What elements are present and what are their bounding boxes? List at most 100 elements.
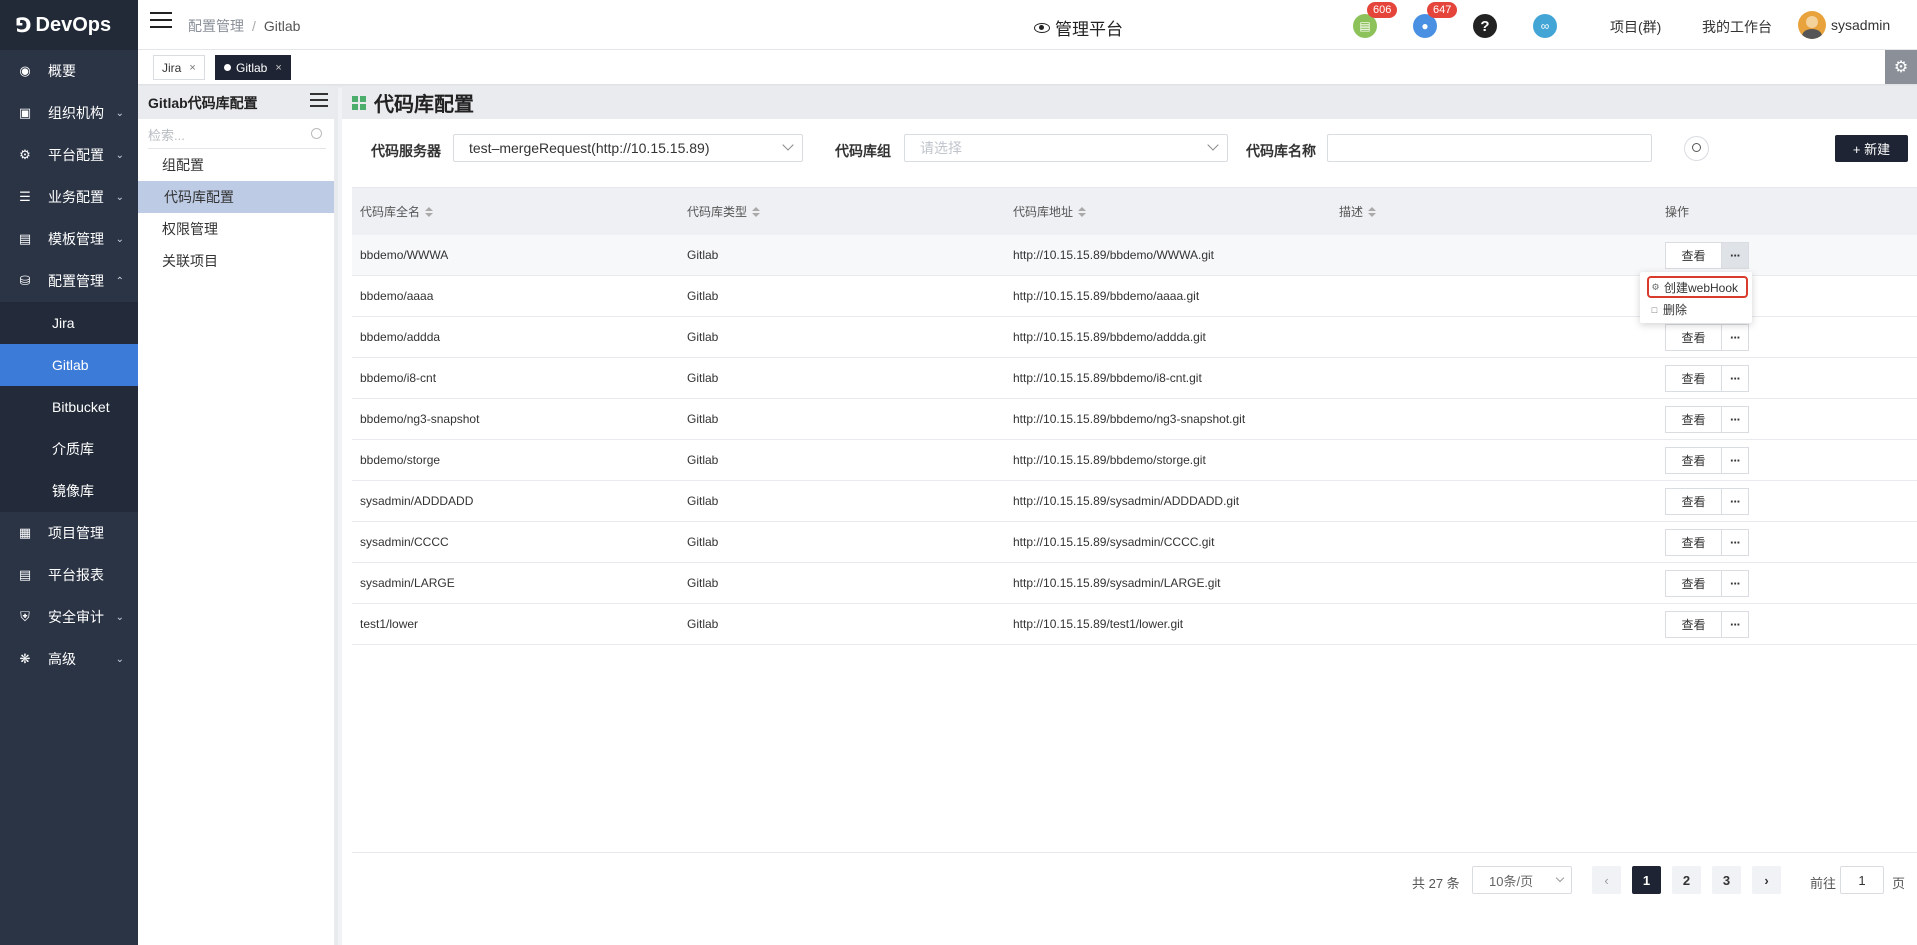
nav-sub-gitlab[interactable]: Gitlab xyxy=(0,344,138,386)
webhook-icon: ⚙ xyxy=(1651,281,1660,292)
group-select[interactable]: 请选择 xyxy=(904,134,1228,162)
nav-item-business-config[interactable]: ☰ 业务配置 ⌄ xyxy=(0,176,138,218)
nav-item-platform-config[interactable]: ⚙ 平台配置 ⌄ xyxy=(0,134,138,176)
more-actions-button[interactable]: ··· xyxy=(1722,241,1749,269)
nav-item-project-management[interactable]: ▦ 项目管理 xyxy=(0,512,138,554)
sort-icon[interactable] xyxy=(1078,206,1087,217)
more-actions-button[interactable]: ··· xyxy=(1722,323,1749,351)
nav-label: 概要 xyxy=(48,63,76,79)
page-button[interactable]: 1 xyxy=(1632,866,1661,894)
close-icon[interactable]: × xyxy=(189,62,195,74)
link-icon[interactable]: ∞ xyxy=(1533,14,1557,38)
nav-item-overview[interactable]: ◉ 概要 xyxy=(0,50,138,92)
bell-icon[interactable]: ● 647 xyxy=(1413,2,1458,38)
platform-title[interactable]: 管理平台 xyxy=(1034,15,1123,40)
help-icon[interactable]: ? xyxy=(1473,14,1497,38)
table-row: bbdemo/WWWA Gitlab http://10.15.15.89/bbde… xyxy=(352,235,1917,276)
page-size-value: 10条/页 xyxy=(1489,873,1534,889)
settings-gear-icon[interactable]: ⚙ xyxy=(1885,50,1917,84)
logo[interactable]: ⅁ DevOps xyxy=(0,0,138,50)
column-header[interactable]: 代码库类型 xyxy=(679,203,1005,220)
goto-suffix: 页 xyxy=(1892,876,1906,891)
nav-item-platform-report[interactable]: ▤ 平台报表 xyxy=(0,554,138,596)
tab-gitlab[interactable]: Gitlab × xyxy=(215,55,291,80)
view-button[interactable]: 查看 xyxy=(1665,446,1722,474)
nav-label: 平台配置 xyxy=(48,147,104,163)
projects-link[interactable]: 项目(群) xyxy=(1610,17,1661,37)
goto-page-input[interactable] xyxy=(1840,866,1884,894)
document-notification-icon[interactable]: ▤ 606 xyxy=(1353,2,1398,38)
tab-label: Gitlab xyxy=(236,60,268,75)
more-actions-button[interactable]: ··· xyxy=(1722,364,1749,392)
column-header[interactable]: 代码库地址 xyxy=(1005,203,1331,220)
more-actions-button[interactable]: ··· xyxy=(1722,487,1749,515)
sidebar-item-repo-config[interactable]: 代码库配置 xyxy=(138,181,334,213)
view-button[interactable]: 查看 xyxy=(1665,569,1722,597)
new-button[interactable]: + 新建 xyxy=(1835,135,1908,162)
column-header[interactable]: 代码库全名 xyxy=(352,203,679,220)
column-header[interactable]: 描述 xyxy=(1331,203,1657,220)
nav-sub-bitbucket[interactable]: Bitbucket xyxy=(0,386,138,428)
nav-item-config-management[interactable]: ⛁ 配置管理 ⌃ xyxy=(0,260,138,302)
breadcrumb-parent[interactable]: 配置管理 xyxy=(188,18,244,34)
repo-type: Gitlab xyxy=(687,330,719,344)
page-button[interactable]: 3 xyxy=(1712,866,1741,894)
sidebar-item-linked-projects[interactable]: 关联项目 xyxy=(138,245,334,277)
view-button[interactable]: 查看 xyxy=(1665,364,1722,392)
group-label: 代码库组 xyxy=(835,143,891,159)
view-button[interactable]: 查看 xyxy=(1665,610,1722,638)
lock-icon: ▣ xyxy=(18,105,32,120)
search-icon[interactable] xyxy=(311,128,322,139)
sidebar-search-input[interactable] xyxy=(148,128,298,143)
nav-sub-jira[interactable]: Jira xyxy=(0,302,138,344)
sidebar-item-group-config[interactable]: 组配置 xyxy=(138,149,334,181)
sidebar-search xyxy=(148,123,326,149)
more-actions-button[interactable]: ··· xyxy=(1722,528,1749,556)
collapse-menu-icon[interactable] xyxy=(310,93,328,111)
repo-url: http://10.15.15.89/bbdemo/aaaa.git xyxy=(1013,289,1200,303)
row-actions-dropdown: ⚙ 创建webHook □ 删除 xyxy=(1640,272,1752,323)
sort-icon[interactable] xyxy=(752,206,761,217)
nav-sub-image-registry[interactable]: 镜像库 xyxy=(0,470,138,512)
more-actions-button[interactable]: ··· xyxy=(1722,610,1749,638)
nav-label: 镜像库 xyxy=(52,483,94,499)
nav-sub-media-library[interactable]: 介质库 xyxy=(0,428,138,470)
more-actions-button[interactable]: ··· xyxy=(1722,405,1749,433)
more-actions-button[interactable]: ··· xyxy=(1722,446,1749,474)
table-row: sysadmin/ADDDADD Gitlab http://10.15.15.89… xyxy=(352,481,1917,522)
nav-item-advanced[interactable]: ❋ 高级 ⌄ xyxy=(0,638,138,680)
repo-name-input[interactable] xyxy=(1327,134,1652,162)
close-icon[interactable]: × xyxy=(275,62,281,74)
next-page-button[interactable]: › xyxy=(1752,866,1781,894)
nav-item-organization[interactable]: ▣ 组织机构 ⌄ xyxy=(0,92,138,134)
chevron-down-icon: ⌄ xyxy=(115,191,124,203)
server-select[interactable]: test–mergeRequest(http://10.15.15.89) xyxy=(453,134,803,162)
page-button[interactable]: 2 xyxy=(1672,866,1701,894)
menu-toggle-icon[interactable] xyxy=(150,12,172,32)
nav-item-security-audit[interactable]: ⛨ 安全审计 ⌄ xyxy=(0,596,138,638)
view-button[interactable]: 查看 xyxy=(1665,405,1722,433)
create-webhook-item[interactable]: ⚙ 创建webHook xyxy=(1647,276,1748,298)
view-button[interactable]: 查看 xyxy=(1665,528,1722,556)
delete-item[interactable]: □ 删除 xyxy=(1640,298,1752,321)
prev-page-button[interactable]: ‹ xyxy=(1592,866,1621,894)
row-actions: 查看··· xyxy=(1657,487,1917,515)
sidebar-item-permissions[interactable]: 权限管理 xyxy=(138,213,334,245)
advanced-gear-icon: ❋ xyxy=(19,651,31,666)
repo-full-name: bbdemo/i8-cnt xyxy=(360,371,437,385)
more-actions-button[interactable]: ··· xyxy=(1722,569,1749,597)
nav-item-template[interactable]: ▤ 模板管理 ⌄ xyxy=(0,218,138,260)
nav-label: Jira xyxy=(52,315,75,331)
sort-icon[interactable] xyxy=(1368,206,1377,217)
search-button[interactable] xyxy=(1684,136,1709,161)
divider xyxy=(352,852,1917,853)
view-button[interactable]: 查看 xyxy=(1665,241,1722,269)
sort-icon[interactable] xyxy=(425,206,434,217)
page-size-select[interactable]: 10条/页 xyxy=(1472,866,1572,894)
my-workbench-link[interactable]: 我的工作台 xyxy=(1702,17,1772,37)
tab-jira[interactable]: Jira × xyxy=(153,55,205,80)
view-button[interactable]: 查看 xyxy=(1665,323,1722,351)
view-button[interactable]: 查看 xyxy=(1665,487,1722,515)
nav-label: 高级 xyxy=(48,651,76,667)
user-menu[interactable]: sysadmin xyxy=(1798,11,1890,39)
